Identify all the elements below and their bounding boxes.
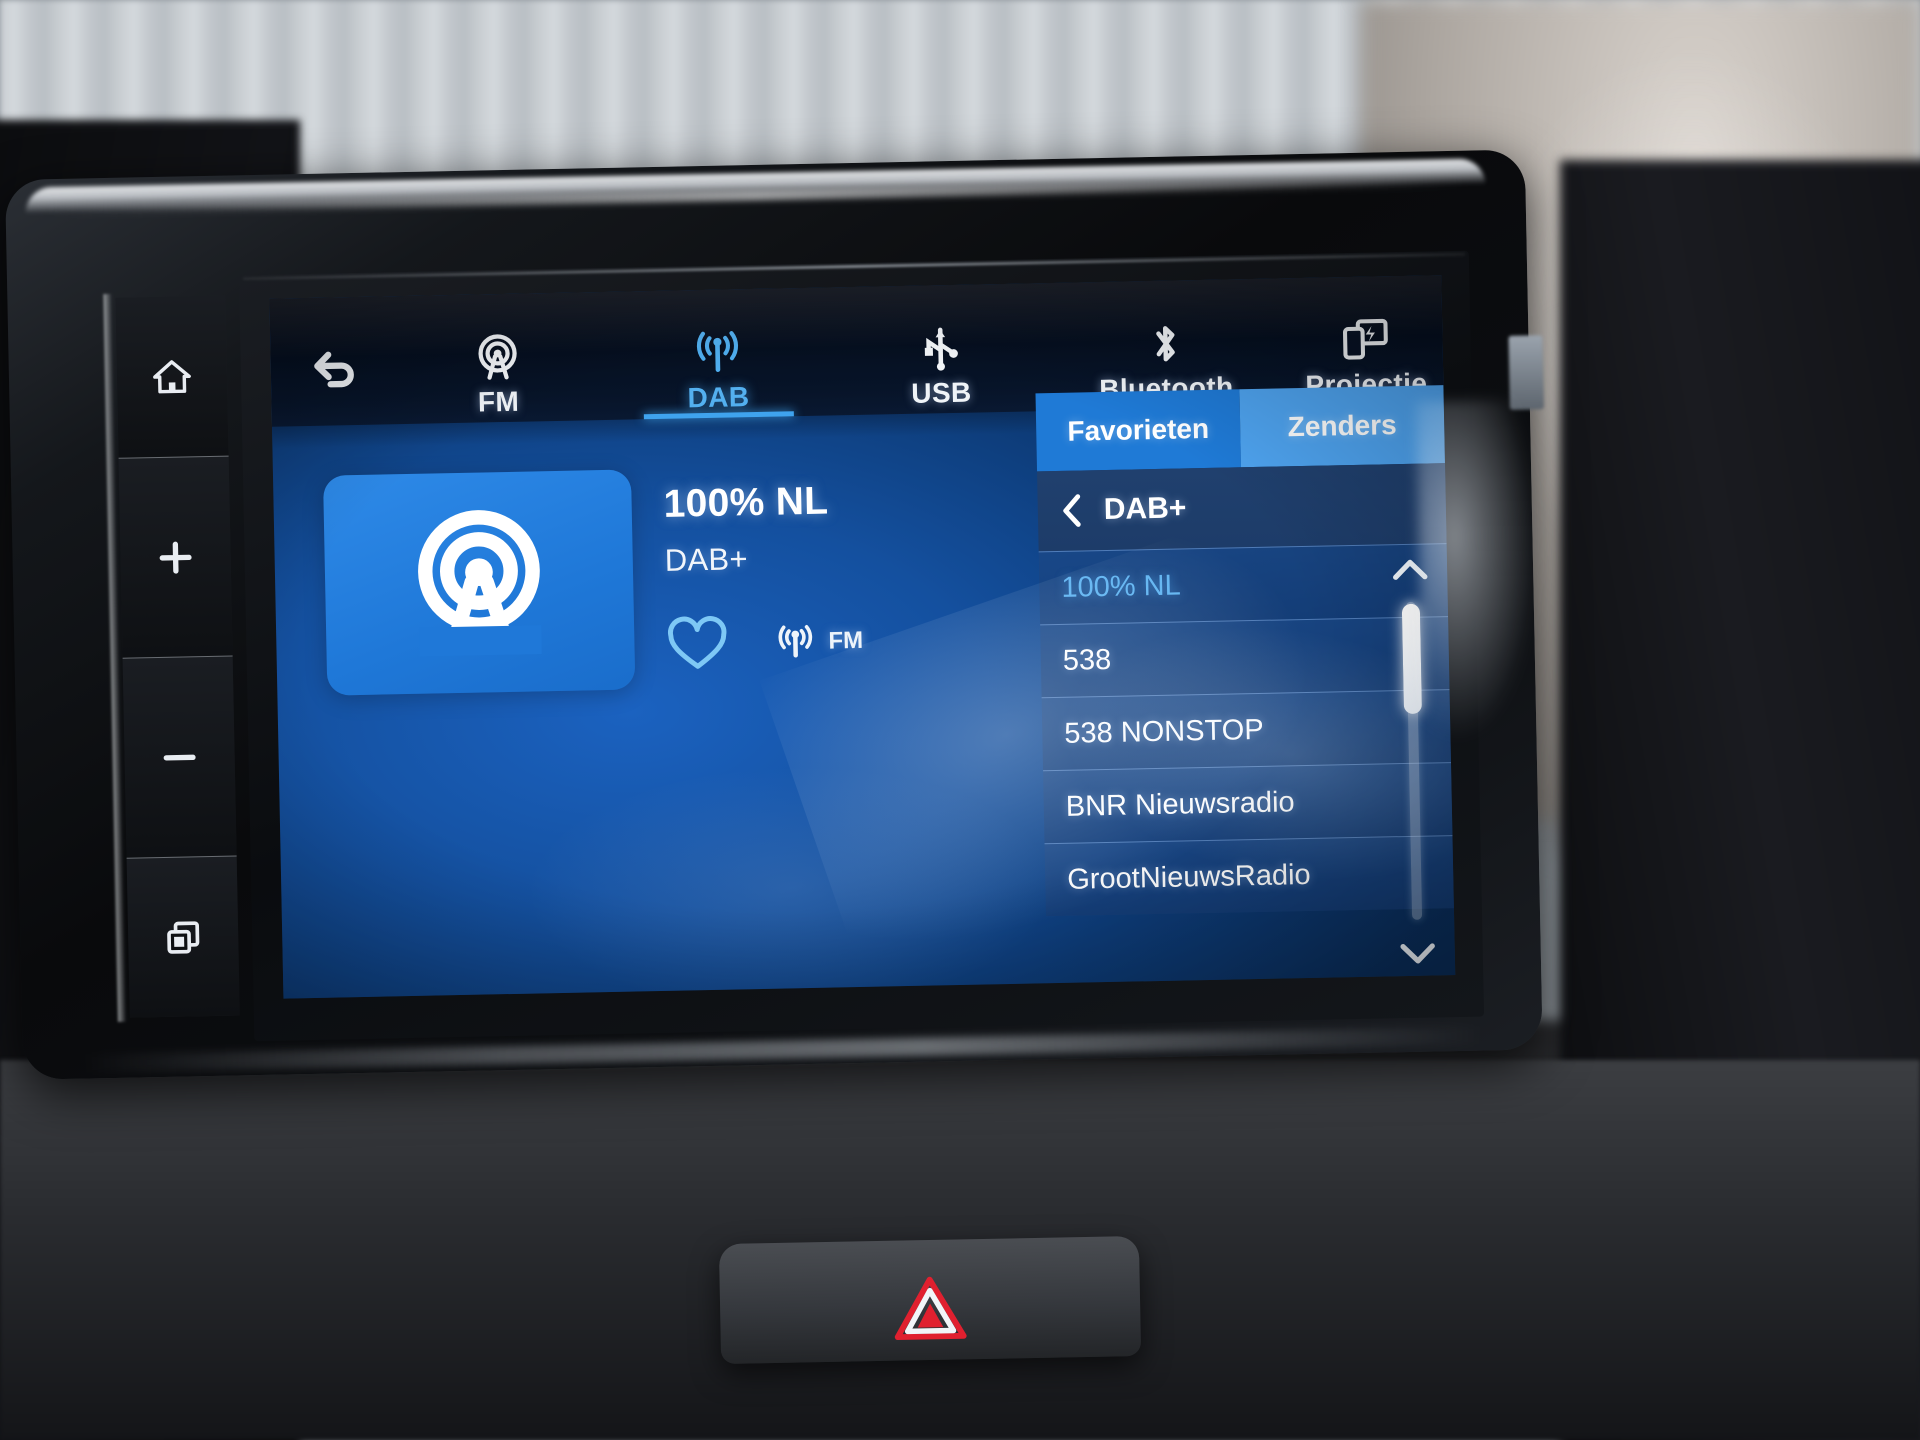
scrollbar-thumb[interactable] (1401, 603, 1422, 715)
station-list-panel: Favorieten Zenders DAB+ 100% NL 538 538 … (1035, 385, 1455, 983)
plus-icon (155, 537, 196, 578)
tab-zenders-label: Zenders (1287, 409, 1397, 443)
list-item-label: GrootNieuwsRadio (1066, 858, 1311, 896)
screen-glare-c (529, 763, 1054, 999)
hazard-button[interactable] (893, 1275, 968, 1342)
touchscreen[interactable]: FM DAB USB Bluetooth Projectie 100% NL D… (269, 275, 1456, 999)
list-item-label: 538 NONSTOP (1063, 713, 1264, 750)
tab-dab[interactable]: DAB (642, 302, 794, 420)
scroll-down-button[interactable] (1394, 929, 1441, 976)
list-item-label: BNR Nieuwsradio (1065, 785, 1295, 823)
antenna-signal-icon (774, 622, 817, 663)
tab-fm[interactable]: FM (422, 307, 574, 420)
active-tab-underline (643, 411, 794, 420)
minus-icon (159, 737, 200, 778)
head-unit: FM DAB USB Bluetooth Projectie 100% NL D… (5, 149, 1544, 1080)
dab-antenna-icon (692, 327, 743, 378)
bezel-corner-tab (1508, 335, 1544, 410)
bluetooth-icon (1145, 318, 1186, 369)
breadcrumb[interactable]: DAB+ (1037, 463, 1447, 552)
list-tabs: Favorieten Zenders (1035, 385, 1445, 472)
heart-outline-icon[interactable] (666, 616, 729, 673)
back-arrow-icon (308, 345, 363, 394)
hardware-button-column (115, 295, 240, 1018)
usb-icon (918, 323, 963, 374)
windows-squares-icon (163, 917, 204, 958)
tab-favorieten[interactable]: Favorieten (1035, 389, 1242, 472)
list-item-label: 100% NL (1061, 568, 1181, 604)
volume-up-button[interactable] (118, 455, 233, 658)
hazard-triangle-icon (893, 1275, 968, 1342)
chevron-up-icon (1390, 555, 1431, 582)
list-item-label: 538 (1062, 643, 1112, 677)
chevron-left-icon (1060, 493, 1085, 527)
alt-band-indicator: FM (774, 621, 863, 663)
station-band: DAB+ (664, 541, 749, 578)
broadcast-tower-icon (403, 506, 556, 659)
station-artwork (322, 469, 636, 696)
screen-projection-icon (1341, 314, 1390, 365)
tab-favorieten-label: Favorieten (1067, 412, 1210, 447)
fm-broadcast-icon (473, 332, 522, 383)
tab-fm-label: FM (477, 385, 520, 418)
home-icon (152, 358, 193, 395)
breadcrumb-label: DAB+ (1103, 491, 1187, 527)
station-meta: 100% NL DAB+ (663, 474, 1085, 578)
now-playing-actions: FM (666, 613, 864, 673)
station-name: 100% NL (663, 479, 829, 526)
tab-usb[interactable]: USB (865, 298, 1017, 411)
volume-down-button[interactable] (122, 655, 237, 858)
tab-dab-label: DAB (687, 381, 750, 414)
list-scrollbar[interactable] (1387, 545, 1442, 976)
tab-usb-label: USB (910, 376, 972, 409)
back-button[interactable] (290, 329, 382, 411)
scroll-up-button[interactable] (1387, 545, 1434, 592)
home-button[interactable] (115, 295, 229, 458)
tab-zenders[interactable]: Zenders (1239, 385, 1445, 468)
chevron-down-icon (1398, 939, 1439, 966)
center-console-panel (718, 1235, 1142, 1365)
apps-switch-button[interactable] (126, 855, 240, 1018)
alt-band-label: FM (828, 626, 864, 655)
